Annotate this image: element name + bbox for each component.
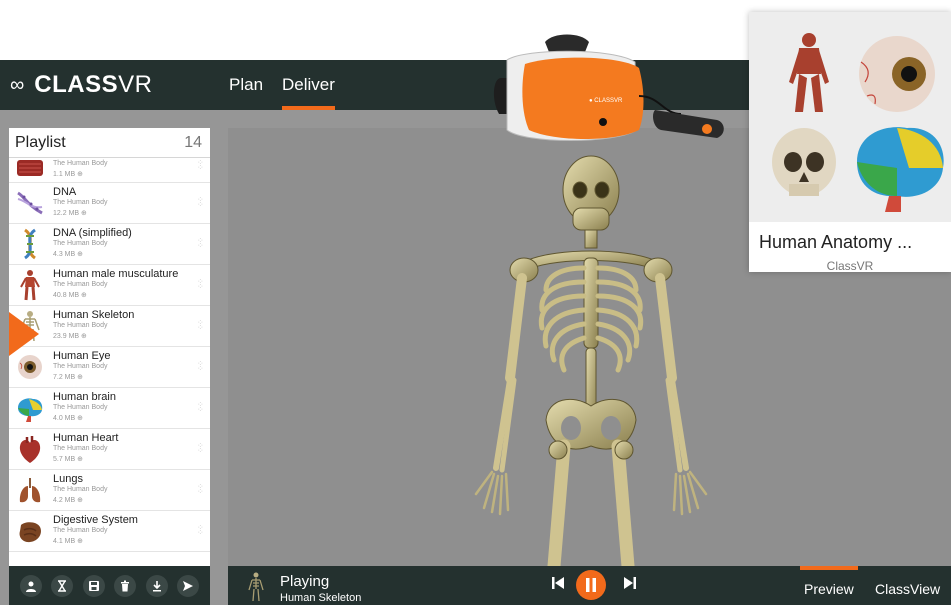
playlist-item-dna[interactable]: DNA The Human Body 12.2 MB ⊕ ⁘ ⁘ <box>9 183 210 224</box>
item-subtitle: The Human Body <box>53 445 108 452</box>
item-subtitle: The Human Body <box>53 199 108 206</box>
playlist-items: The Human Body 1.1 MB ⊕ ⁘ ⁘ DNA The Human… <box>9 158 210 566</box>
drag-handle-icon[interactable]: ⁘ ⁘ <box>197 196 205 209</box>
pause-button[interactable] <box>576 570 606 600</box>
anatomy-collage-image <box>749 12 951 222</box>
tab-plan[interactable]: Plan <box>229 60 263 110</box>
download-icon[interactable] <box>145 574 168 597</box>
item-size: 1.1 MB ⊕ <box>53 171 83 178</box>
app-window: ∞ CLASS VR Plan Deliver Playlist 14 The … <box>0 0 951 605</box>
drag-handle-icon[interactable]: ⁘ ⁘ <box>197 360 205 373</box>
item-subtitle: The Human Body <box>53 281 108 288</box>
player-status: Playing <box>280 573 330 590</box>
playlist-item-dna-simplified[interactable]: DNA (simplified) The Human Body 4.3 MB ⊕… <box>9 224 210 265</box>
item-size: 4.2 MB ⊕ <box>53 497 83 504</box>
infinity-icon: ∞ <box>10 73 25 96</box>
tab-preview[interactable]: Preview <box>800 566 858 605</box>
content-card[interactable]: Human Anatomy ... ClassVR <box>749 12 951 272</box>
playlist-item-heart[interactable]: Human Heart The Human Body 5.7 MB ⊕ ⁘ ⁘ <box>9 429 210 470</box>
item-name: Lungs <box>53 473 83 485</box>
drag-handle-icon[interactable]: ⁘ ⁘ <box>197 401 205 414</box>
drag-handle-icon[interactable]: ⁘ ⁘ <box>197 319 205 332</box>
playlist-header: Playlist 14 <box>9 128 210 158</box>
item-subtitle: The Human Body <box>53 363 108 370</box>
playlist-item-digestive[interactable]: Digestive System The Human Body 4.1 MB ⊕… <box>9 511 210 552</box>
playlist-item-eye[interactable]: Human Eye The Human Body 7.2 MB ⊕ ⁘ ⁘ <box>9 347 210 388</box>
skip-previous-icon[interactable] <box>548 575 568 595</box>
item-subtitle: The Human Body <box>53 527 108 534</box>
dna-simplified-icon <box>24 228 36 260</box>
item-subtitle: The Human Body <box>53 240 108 247</box>
item-name: DNA (simplified) <box>53 227 132 239</box>
digestive-icon <box>19 522 41 543</box>
item-name: Human male musculature <box>53 268 179 280</box>
logo-text-bold: CLASS <box>34 71 119 98</box>
logo-text-light: VR <box>118 71 153 98</box>
drag-handle-icon[interactable]: ⁘ ⁘ <box>197 442 205 455</box>
item-subtitle: The Human Body <box>53 322 108 329</box>
heart-icon <box>19 436 41 463</box>
item-size: 4.3 MB ⊕ <box>53 251 83 258</box>
hourglass-icon[interactable] <box>51 574 74 597</box>
card-subtitle: ClassVR <box>826 259 874 272</box>
playlist-item[interactable]: The Human Body 1.1 MB ⊕ ⁘ ⁘ <box>9 158 210 183</box>
dna-icon <box>17 191 43 215</box>
playlist-item-brain[interactable]: Human brain The Human Body 4.0 MB ⊕ ⁘ ⁘ <box>9 388 210 429</box>
item-size: 5.7 MB ⊕ <box>53 456 83 463</box>
drag-handle-icon[interactable]: ⁘ ⁘ <box>197 159 205 172</box>
item-name: Human Heart <box>53 432 119 444</box>
now-playing-marker-icon <box>9 312 39 356</box>
skeleton-thumb-icon <box>248 572 264 602</box>
item-size: 23.9 MB ⊕ <box>53 333 87 340</box>
item-name: Human Eye <box>53 350 111 362</box>
card-title: Human Anatomy ... <box>759 232 913 252</box>
playlist-title: Playlist <box>15 134 66 151</box>
playlist-toolbar <box>9 566 210 605</box>
vr-headset-image: ● CLASSVR <box>493 34 724 141</box>
muscle-icon <box>17 160 43 176</box>
player-bar: Playing Human Skeleton Preview ClassView <box>228 566 951 605</box>
item-subtitle: The Human Body <box>53 486 108 493</box>
item-name: DNA <box>53 186 77 198</box>
item-size: 12.2 MB ⊕ <box>53 210 87 217</box>
drag-handle-icon[interactable]: ⁘ ⁘ <box>197 278 205 291</box>
item-subtitle: The Human Body <box>53 404 108 411</box>
playlist-item-musculature[interactable]: Human male musculature The Human Body 40… <box>9 265 210 306</box>
item-size: 7.2 MB ⊕ <box>53 374 83 381</box>
skip-next-icon[interactable] <box>620 575 640 595</box>
musculature-icon <box>20 270 40 301</box>
item-name: Human brain <box>53 391 116 403</box>
drag-handle-icon[interactable]: ⁘ ⁘ <box>197 483 205 496</box>
tab-classview[interactable]: ClassView <box>875 566 940 605</box>
user-icon[interactable] <box>19 574 42 597</box>
item-subtitle: The Human Body <box>53 160 108 167</box>
item-size: 4.0 MB ⊕ <box>53 415 83 422</box>
drag-handle-icon[interactable]: ⁘ ⁘ <box>197 237 205 250</box>
playlist-panel: Playlist 14 The Human Body 1.1 MB ⊕ ⁘ ⁘ D… <box>9 128 210 566</box>
item-size: 4.1 MB ⊕ <box>53 538 83 545</box>
svg-text:● CLASSVR: ● CLASSVR <box>589 98 623 104</box>
send-icon[interactable] <box>177 574 200 597</box>
playlist-item-skeleton[interactable]: Human Skeleton The Human Body 23.9 MB ⊕ … <box>9 306 210 347</box>
drag-handle-icon[interactable]: ⁘ ⁘ <box>197 524 205 537</box>
item-name: Digestive System <box>53 514 138 526</box>
item-size: 40.8 MB ⊕ <box>53 292 87 299</box>
tab-deliver[interactable]: Deliver <box>282 60 335 110</box>
save-icon[interactable] <box>82 574 105 597</box>
brain-icon <box>18 398 43 422</box>
lungs-icon <box>19 478 41 503</box>
classvr-logo[interactable]: ∞ CLASS VR <box>10 60 152 110</box>
playlist-count: 14 <box>184 134 202 151</box>
item-name: Human Skeleton <box>53 309 135 321</box>
playlist-item-lungs[interactable]: Lungs The Human Body 4.2 MB ⊕ ⁘ ⁘ <box>9 470 210 511</box>
trash-icon[interactable] <box>114 574 137 597</box>
player-title: Human Skeleton <box>280 592 362 604</box>
